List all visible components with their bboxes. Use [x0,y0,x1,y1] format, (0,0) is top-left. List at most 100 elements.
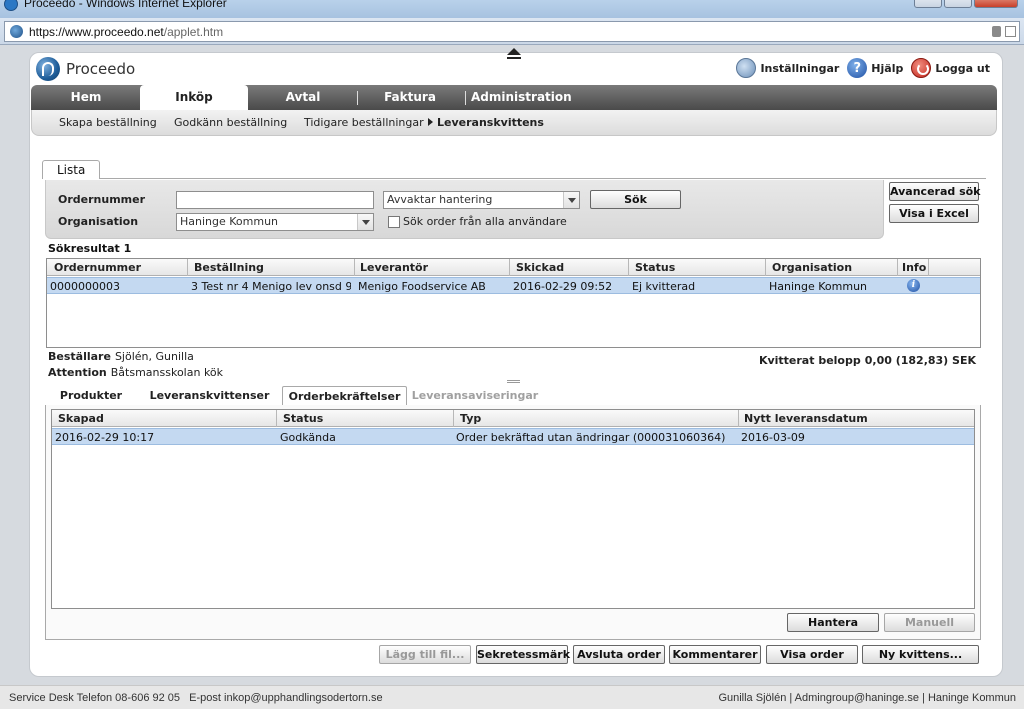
nav-tab-avtal[interactable]: Avtal [266,85,340,110]
cell-leverantor: Menigo Foodservice AB [358,280,486,293]
cell-organisation: Haninge Kommun [769,280,868,293]
col-header-ordernummer[interactable]: Ordernummer [54,261,141,274]
subnav-leveranskvittens[interactable]: Leveranskvittens [428,116,544,129]
col-separator[interactable] [928,259,929,276]
collapse-header-icon[interactable] [507,48,521,55]
kvitterat-field: Kvitterat belopp 0,00 (182,83) SEK [759,354,976,367]
excel-button[interactable]: Visa i Excel [889,204,979,223]
nav-separator [465,91,466,105]
col-header-info[interactable]: Info [902,261,926,274]
cell-skapad: 2016-02-29 10:17 [55,431,155,444]
col-separator[interactable] [765,259,766,276]
kommentarer-button[interactable]: Kommentarer [669,645,761,664]
col-separator[interactable] [628,259,629,276]
cell-status: Godkända [280,431,336,444]
ordernummer-input[interactable] [176,191,374,209]
kvitterat-label: Kvitterat belopp [758,354,861,367]
chevron-down-icon[interactable] [357,214,373,230]
sub-nav: Skapa beställning Godkänn beställning Ti… [31,110,997,136]
cell-skickad: 2016-02-29 09:52 [513,280,613,293]
tab-leveranskvittenser[interactable]: Leveranskvittenser [137,386,282,406]
results-table: Ordernummer Beställning Leverantör Skick… [46,258,981,348]
col-separator[interactable] [738,410,739,427]
subnav-tidigare-bestallningar[interactable]: Tidigare beställningar [304,116,424,129]
logout-label: Logga ut [935,61,990,75]
sekretessmark-button[interactable]: Sekretessmärk [476,645,570,664]
nav-tab-faktura[interactable]: Faktura [371,85,449,110]
search-panel [45,180,884,239]
table-row[interactable]: 0000000003 3 Test nr 4 Menigo lev onsd 9… [47,277,980,294]
visa-order-button[interactable]: Visa order [766,645,858,664]
info-icon[interactable]: i [907,279,920,292]
cell-ordernummer: 0000000003 [50,280,120,293]
url-field[interactable]: https://www.proceedo.net/applet.htm [4,21,1020,42]
confirmations-table-header: Skapad Status Typ Nytt leveransdatum [52,410,974,427]
chevron-down-icon[interactable] [563,192,579,208]
tab-produkter[interactable]: Produkter [45,386,137,406]
cell-status: Ej kvitterad [632,280,696,293]
window-title: Proceedo - Windows Internet Explorer [24,0,227,10]
manuell-button: Manuell [884,613,975,632]
maximize-button[interactable] [944,0,972,8]
ny-kvittens-button[interactable]: Ny kvittens... [862,645,979,664]
close-window-button[interactable] [974,0,1018,8]
logout-link[interactable]: Logga ut [911,58,990,78]
add-file-button: Lägg till fil... [379,645,471,664]
col-separator[interactable] [897,259,898,276]
hantera-button[interactable]: Hantera [787,613,879,632]
lower-tabs: Produkter Leveranskvittenser Orderbekräf… [45,386,981,406]
table-row[interactable]: 2016-02-29 10:17 Godkända Order bekräfta… [52,428,974,445]
col-separator[interactable] [453,410,454,427]
status-filter-value: Avvaktar hantering [387,193,493,206]
proceedo-logo: Proceedo [36,57,135,81]
subnav-skapa-bestallning[interactable]: Skapa beställning [59,116,157,129]
cell-bestallning: 3 Test nr 4 Menigo lev onsd 9 ... [191,280,351,293]
settings-link[interactable]: Inställningar [736,58,839,78]
window-titlebar: Proceedo - Windows Internet Explorer [0,0,1024,18]
col-header-skapad[interactable]: Skapad [58,412,104,425]
col-separator[interactable] [187,259,188,276]
panel-splitter[interactable] [507,380,520,383]
col-separator[interactable] [354,259,355,276]
col-separator[interactable] [509,259,510,276]
organisation-select[interactable]: Haninge Kommun [176,213,374,231]
organisation-select-value: Haninge Kommun [180,215,279,228]
bestallare-label: Beställare [48,350,111,363]
ordernummer-label: Ordernummer [58,193,146,206]
url-prefix: https://www. [29,25,94,39]
col-header-bestallning[interactable]: Beställning [194,261,264,274]
col-header-typ[interactable]: Typ [460,412,481,425]
nav-tab-administration[interactable]: Administration [471,85,572,110]
attention-field: Attention Båtsmansskolan kök [48,366,223,379]
col-header-organisation[interactable]: Organisation [772,261,852,274]
settings-label: Inställningar [760,61,840,75]
attention-value: Båtsmansskolan kök [110,366,224,379]
tab-lista[interactable]: Lista [42,160,100,179]
col-header-status[interactable]: Status [635,261,675,274]
help-link[interactable]: ? Hjälp [847,58,903,78]
subnav-godkann-bestallning[interactable]: Godkänn beställning [174,116,287,129]
col-separator[interactable] [276,410,277,427]
col-header-nytt-leveransdatum[interactable]: Nytt leveransdatum [744,412,868,425]
tab-orderbekraftelser[interactable]: Orderbekräftelser [282,386,407,406]
col-header-status[interactable]: Status [283,412,323,425]
footer-user-info: Gunilla Sjölén | Admingroup@haninge.se |… [718,692,1016,704]
lock-icon[interactable] [992,26,1001,37]
minimize-button[interactable] [914,0,942,8]
help-label: Hjälp [871,61,904,75]
all-users-checkbox[interactable] [388,216,400,228]
collapse-header-bar[interactable] [507,57,521,59]
compatibility-view-icon[interactable] [1005,26,1016,37]
nav-tab-hem[interactable]: Hem [51,85,121,110]
advanced-search-button[interactable]: Avancerad sök [889,182,981,201]
col-header-leverantor[interactable]: Leverantör [360,261,428,274]
search-button[interactable]: Sök [590,190,681,209]
avsluta-order-button[interactable]: Avsluta order [573,645,665,664]
results-count-label: Sökresultat 1 [48,242,132,255]
footer-service-desk: Service Desk Telefon 08-606 92 05 E-post… [9,692,383,704]
bestallare-value: Sjölén, Gunilla [114,350,194,363]
all-users-checkbox-label[interactable]: Sök order från alla användare [403,215,567,228]
nav-tab-inkop[interactable]: Inköp [140,85,248,110]
status-filter-select[interactable]: Avvaktar hantering [383,191,580,209]
col-header-skickad[interactable]: Skickad [516,261,564,274]
